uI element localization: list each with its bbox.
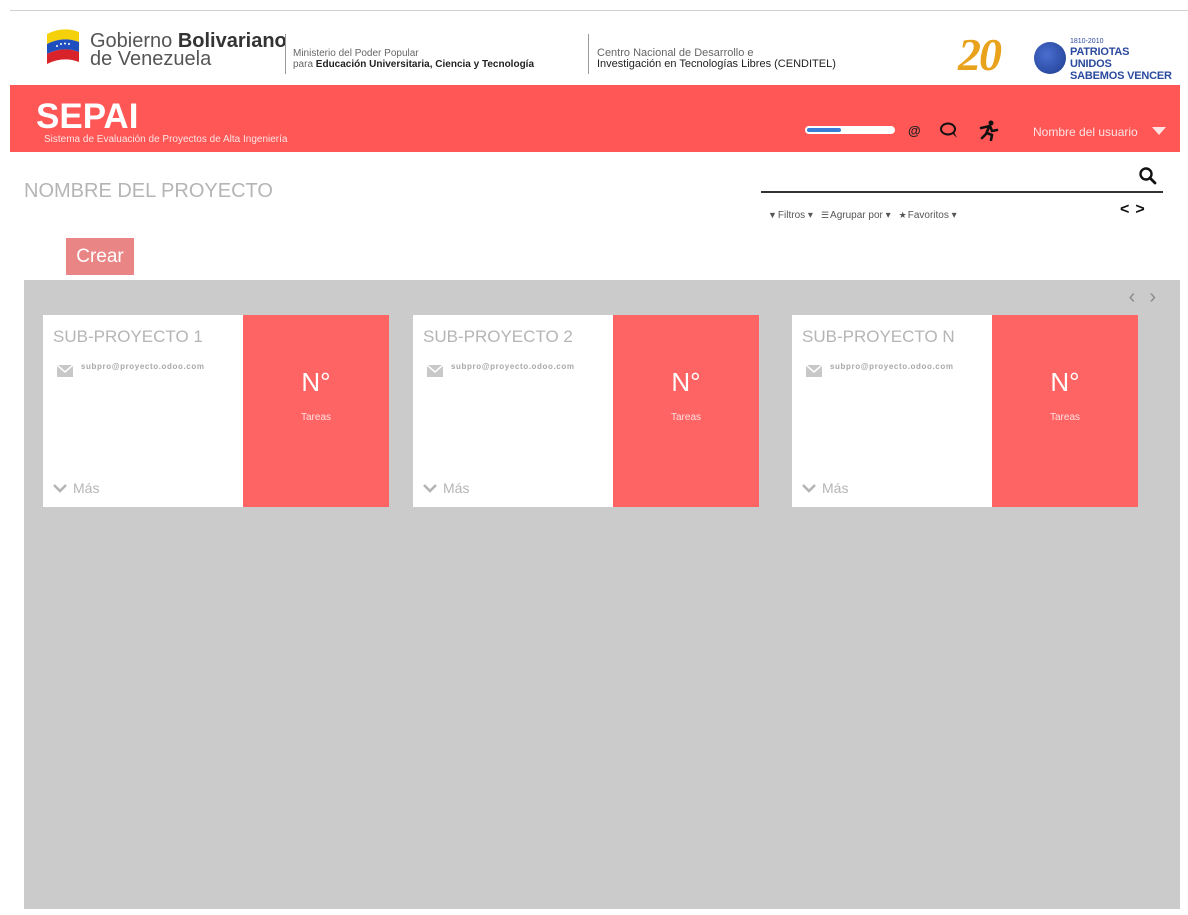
search-options: ▼Filtros ▾ ☰Agrupar por ▾ ★Favoritos ▾	[768, 210, 957, 221]
task-count-value: N°	[1050, 367, 1080, 397]
chevron-down-icon	[802, 484, 816, 493]
bicentenario-emblem	[1034, 42, 1066, 74]
card-title: SUB-PROYECTO 1	[53, 327, 203, 346]
at-icon[interactable]: @	[908, 121, 921, 141]
next-button[interactable]: >	[1135, 201, 1150, 218]
more-toggle[interactable]: Más	[802, 480, 848, 496]
project-title: NOMBRE DEL PROYECTO	[24, 180, 273, 202]
banner-divider	[285, 34, 286, 74]
more-toggle[interactable]: Más	[53, 480, 99, 496]
chevron-down-icon	[53, 484, 67, 493]
bicentenario-number: 20	[958, 29, 1002, 80]
card-info: SUB-PROYECTO N subpro@proyecto.odoo.com …	[792, 315, 992, 507]
subproject-card[interactable]: SUB-PROYECTO 2 subpro@proyecto.odoo.com …	[413, 315, 759, 507]
card-title: SUB-PROYECTO 2	[423, 327, 573, 346]
chevron-down-icon	[423, 484, 437, 493]
more-label: Más	[822, 480, 849, 496]
slogan-line2: SABEMOS VENCER	[1070, 70, 1172, 82]
activity-icon[interactable]	[978, 119, 1000, 141]
kanban-next-button[interactable]: ›	[1149, 286, 1170, 308]
create-button[interactable]: Crear	[66, 238, 134, 275]
list-icon: ☰	[820, 210, 830, 220]
task-count-value: N°	[671, 367, 701, 397]
kanban-pager: ‹›	[1129, 286, 1170, 309]
bicentenario-years: 1810-2010	[1070, 38, 1104, 45]
ministry-line2-prefix: para	[293, 59, 314, 70]
subproject-card[interactable]: SUB-PROYECTO N subpro@proyecto.odoo.com …	[792, 315, 1138, 507]
progress-bar-fill	[807, 128, 841, 132]
group-by-label: Agrupar por	[830, 210, 883, 221]
card-task-count[interactable]: N° Tareas	[613, 315, 759, 507]
card-info: SUB-PROYECTO 2 subpro@proyecto.odoo.com …	[413, 315, 613, 507]
gov-line2: de Venezuela	[90, 48, 212, 70]
card-task-count[interactable]: N° Tareas	[992, 315, 1138, 507]
subproject-card[interactable]: SUB-PROYECTO 1 subpro@proyecto.odoo.com …	[43, 315, 389, 507]
task-count-label: Tareas	[1049, 412, 1080, 423]
mail-icon	[806, 365, 822, 377]
more-label: Más	[443, 480, 470, 496]
kanban-prev-button[interactable]: ‹	[1129, 286, 1150, 308]
favorites-dropdown[interactable]: ★Favoritos ▾	[899, 210, 957, 221]
card-title: SUB-PROYECTO N	[802, 327, 955, 346]
ministry-text: Ministerio del Poder Popular para Educac…	[293, 48, 534, 70]
mail-icon	[427, 365, 443, 377]
filters-dropdown[interactable]: ▼Filtros ▾	[768, 210, 813, 221]
slogan-line1: PATRIOTAS UNIDOS	[1070, 46, 1130, 70]
filters-label: Filtros	[777, 210, 806, 221]
bicentenario-logo: 20 1810-2010 PATRIOTAS UNIDOS SABEMOS VE…	[958, 28, 1172, 82]
search-input[interactable]	[761, 166, 1131, 190]
prev-button[interactable]: <	[1120, 201, 1135, 218]
top-divider	[10, 10, 1188, 11]
favorites-label: Favoritos	[907, 210, 949, 221]
app-header: SEPAI Sistema de Evaluación de Proyectos…	[10, 85, 1180, 152]
filter-icon: ▼	[768, 210, 777, 220]
banner-divider	[588, 34, 589, 74]
cenditel-line2: Investigación en Tecnologías Libres (CEN…	[597, 58, 836, 70]
more-toggle[interactable]: Más	[423, 480, 469, 496]
app-subtitle: Sistema de Evaluación de Proyectos de Al…	[44, 134, 288, 145]
view-pager: <>	[1120, 201, 1151, 219]
card-task-count[interactable]: N° Tareas	[243, 315, 389, 507]
group-by-dropdown[interactable]: ☰Agrupar por ▾	[821, 210, 891, 221]
venezuela-flag-logo	[47, 29, 79, 64]
star-icon: ★	[898, 210, 907, 220]
ministry-line1: Ministerio del Poder Popular	[293, 48, 419, 59]
more-label: Más	[73, 480, 100, 496]
progress-bar	[805, 126, 895, 134]
task-count-label: Tareas	[670, 412, 701, 423]
search-icon[interactable]	[1138, 166, 1158, 186]
card-email: subpro@proyecto.odoo.com	[451, 362, 575, 371]
bicentenario-slogan: PATRIOTAS UNIDOS SABEMOS VENCER	[1070, 46, 1172, 82]
government-title: Gobierno Bolivariano de Venezuela	[90, 31, 287, 70]
government-banner: Gobierno Bolivariano de Venezuela Minist…	[10, 12, 1180, 84]
card-email: subpro@proyecto.odoo.com	[81, 362, 205, 371]
card-email: subpro@proyecto.odoo.com	[830, 362, 954, 371]
task-count-value: N°	[301, 367, 331, 397]
mail-icon	[57, 365, 73, 377]
cenditel-text: Centro Nacional de Desarrollo e Investig…	[597, 48, 836, 70]
chat-icon[interactable]	[939, 121, 961, 141]
kanban-board: ‹› SUB-PROYECTO 1 subpro@proyecto.odoo.c…	[24, 280, 1180, 909]
search-underline	[761, 191, 1163, 193]
chevron-down-icon[interactable]	[1152, 127, 1166, 135]
ministry-line2-bold: Educación Universitaria, Ciencia y Tecno…	[315, 59, 535, 70]
app-title: SEPAI	[36, 97, 139, 136]
task-count-label: Tareas	[300, 412, 331, 423]
user-menu[interactable]: Nombre del usuario	[1033, 125, 1138, 139]
card-info: SUB-PROYECTO 1 subpro@proyecto.odoo.com …	[43, 315, 243, 507]
